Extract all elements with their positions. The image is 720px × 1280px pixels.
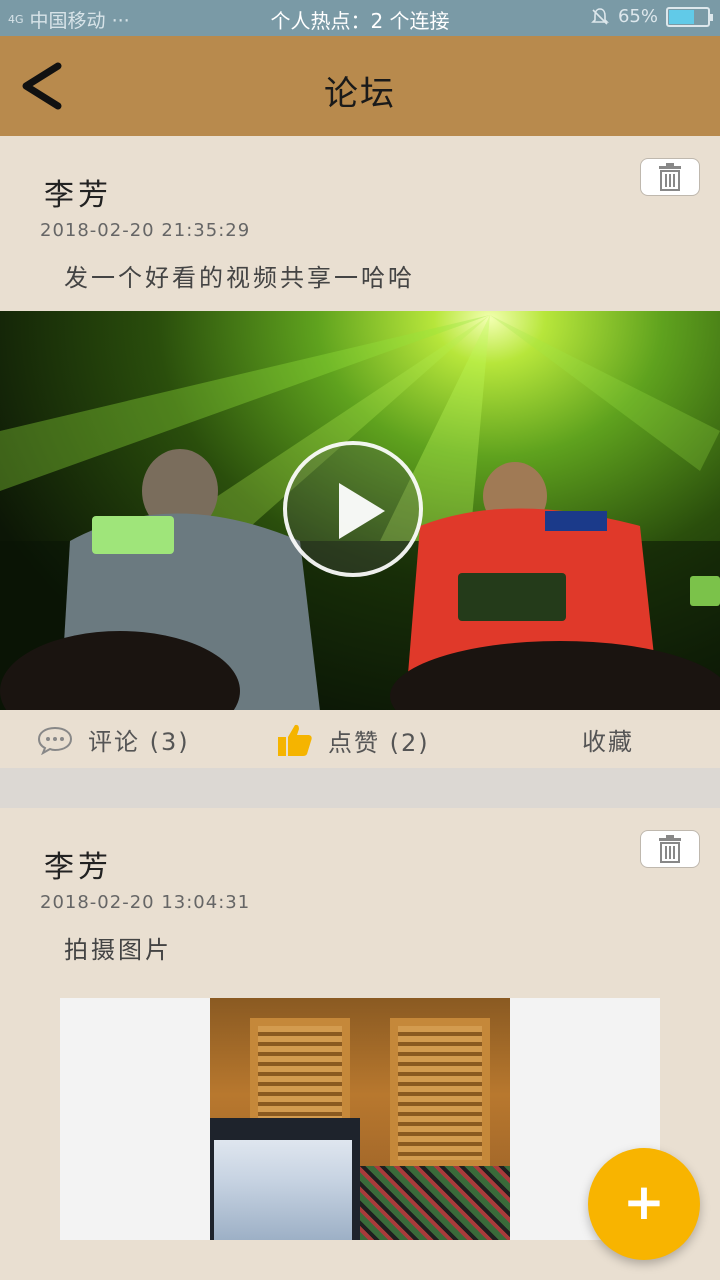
post-separator <box>0 768 720 808</box>
status-right: 65% <box>590 6 713 27</box>
like-label: 点赞 (2) <box>328 728 430 757</box>
page-title: 论坛 <box>324 74 396 114</box>
delete-button[interactable] <box>640 830 700 868</box>
header-bar: 论坛 <box>0 36 720 136</box>
post-content: 发一个好看的视频共享一哈哈 <box>64 264 415 292</box>
battery-level <box>669 9 694 24</box>
post-content: 拍摄图片 <box>64 936 172 964</box>
bell-off-icon <box>591 7 609 25</box>
post-author: 李芳 <box>44 178 112 213</box>
status-bar: 4G 中国移动 ··· 个人热点：2 个连接 65% <box>0 0 720 36</box>
comment-icon <box>37 726 73 755</box>
play-button[interactable] <box>283 441 423 577</box>
comment-button[interactable]: 评论 (3) <box>36 722 190 757</box>
chair-back <box>390 1018 490 1168</box>
post-image[interactable] <box>60 998 660 1240</box>
delete-button[interactable] <box>640 158 700 196</box>
thumbs-up-icon <box>278 724 312 756</box>
comment-label: 评论 (3) <box>88 728 190 756</box>
post-time: 2018-02-20 21:35:29 <box>40 220 251 241</box>
trash-icon <box>659 835 681 863</box>
trash-icon <box>659 163 681 191</box>
add-post-button[interactable]: + <box>588 1148 700 1260</box>
post-actions: 评论 (3) 点赞 (2) 收藏 <box>0 710 720 768</box>
play-icon <box>339 483 385 539</box>
battery-percent: 65% <box>617 6 658 27</box>
post-author: 李芳 <box>44 850 112 885</box>
photo-chairs <box>210 998 510 1240</box>
battery-icon <box>666 6 713 27</box>
favorite-button[interactable]: 收藏 <box>582 722 634 757</box>
favorite-label: 收藏 <box>582 728 634 756</box>
laptop-screen <box>214 1140 352 1240</box>
like-button[interactable]: 点赞 (2) <box>276 722 430 758</box>
rug <box>360 1166 510 1240</box>
post-time: 2018-02-20 13:04:31 <box>40 892 251 913</box>
laptop <box>210 1118 360 1240</box>
